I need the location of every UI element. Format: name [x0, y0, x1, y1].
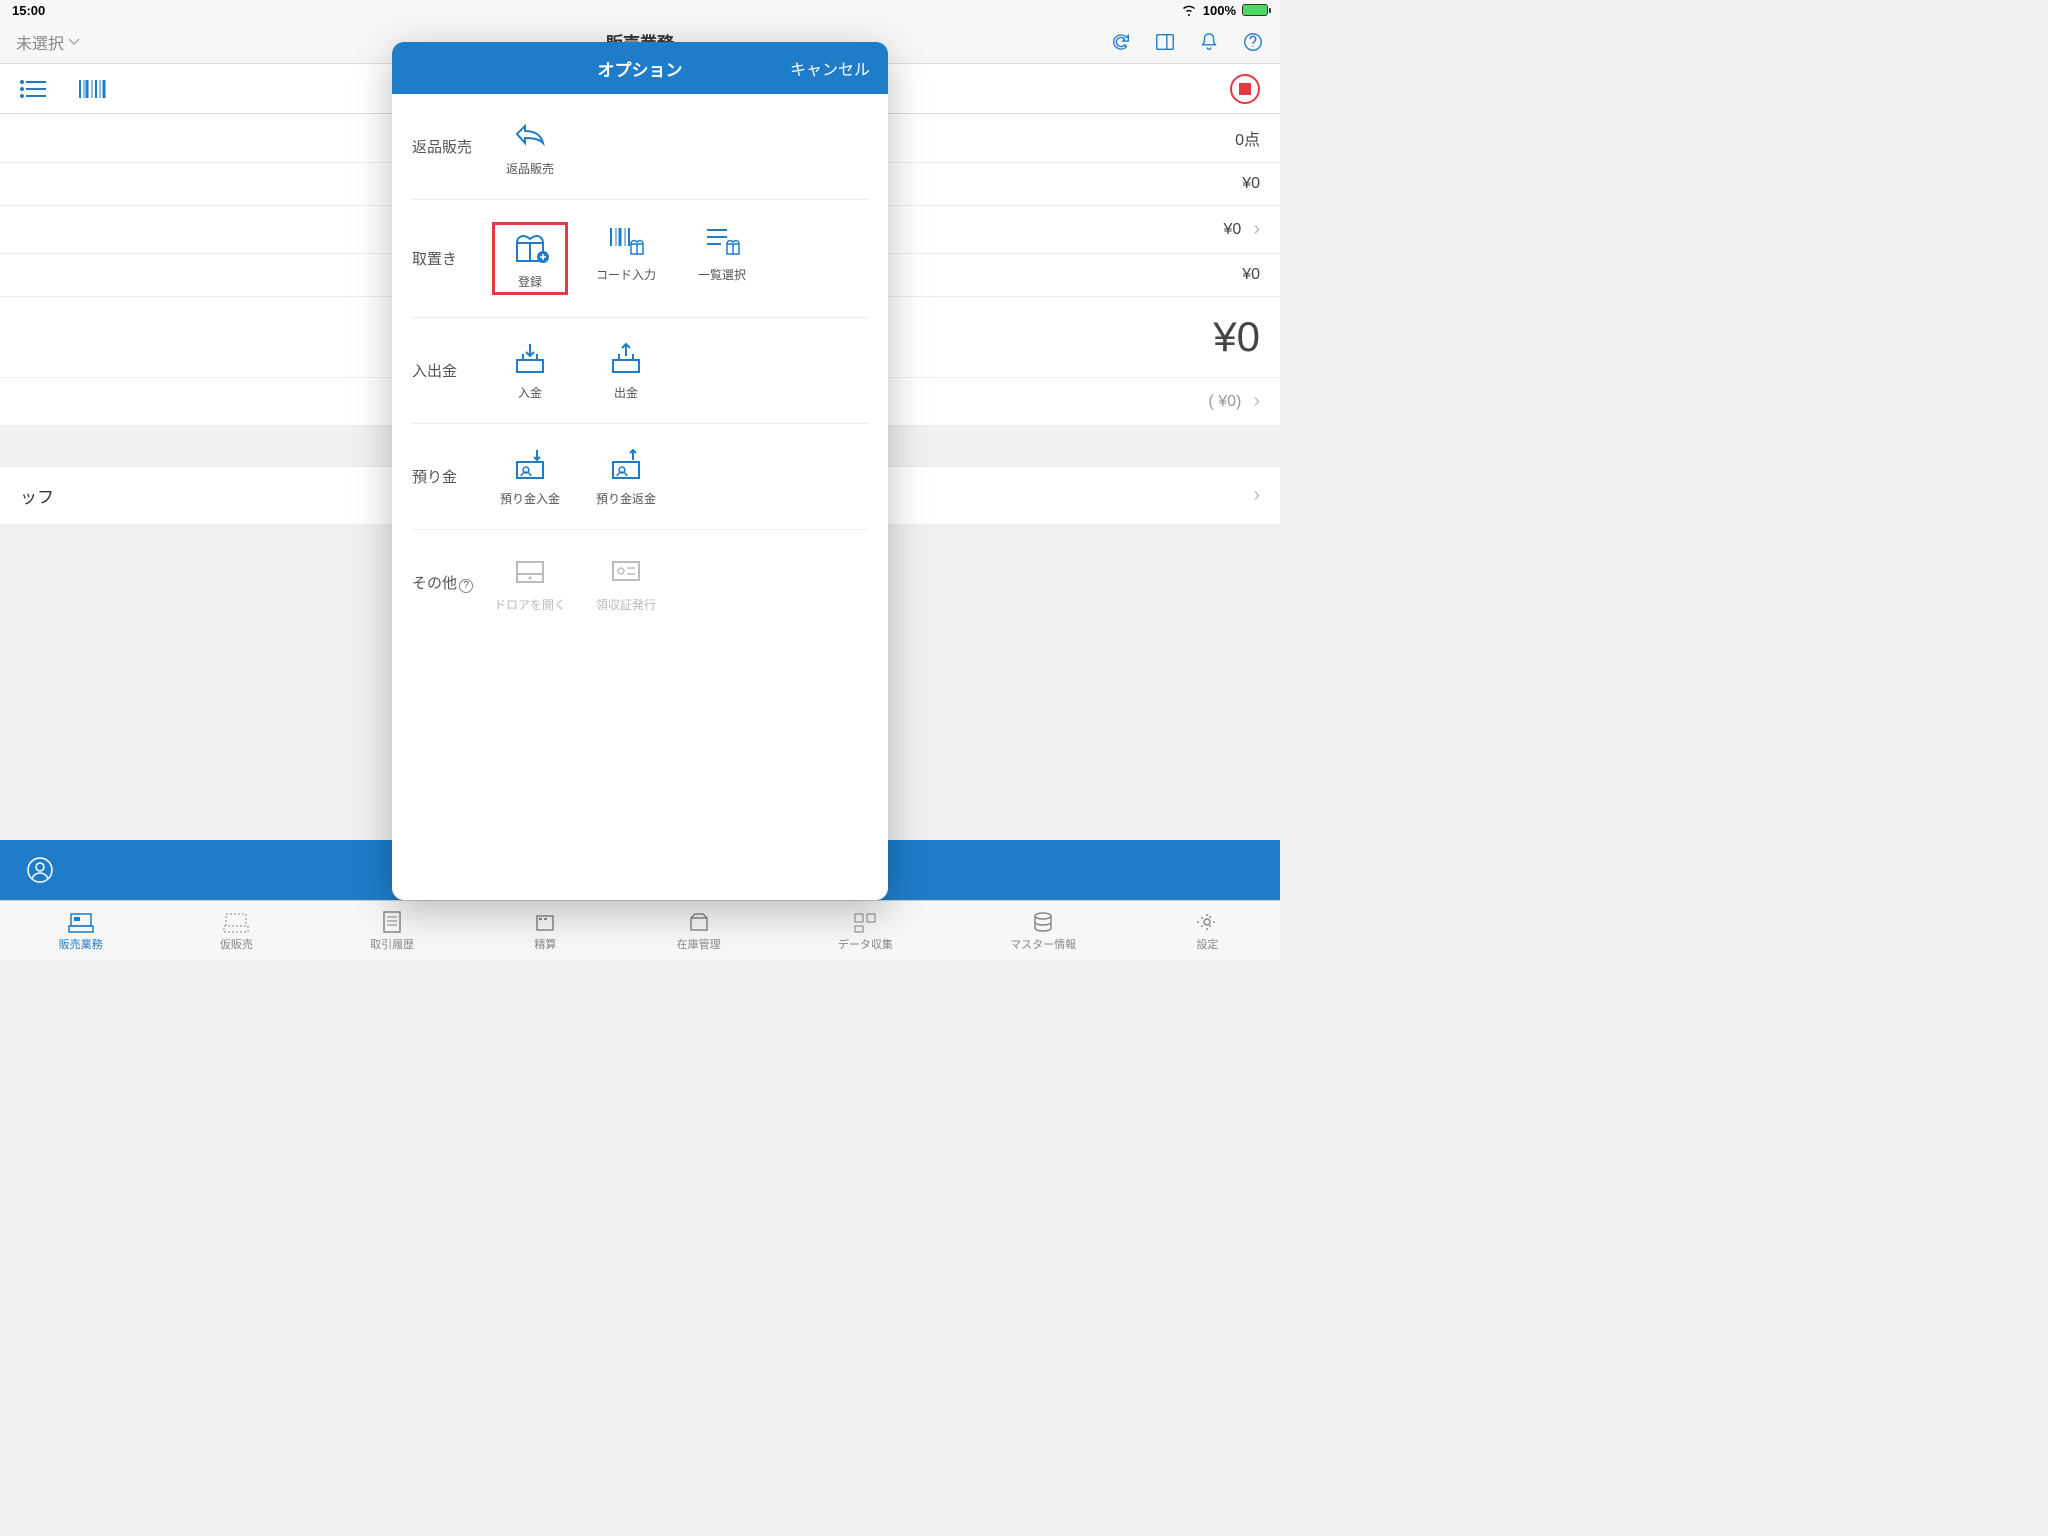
section-label: 入出金 [412, 360, 492, 381]
list-icon[interactable] [20, 78, 48, 100]
section-hold: 取置き 登録 コード入力 一覧選択 [412, 200, 868, 318]
section-other: その他? ドロアを開く 領収証発行 [412, 530, 868, 635]
register-icon [67, 910, 95, 934]
panel-icon[interactable] [1154, 31, 1176, 53]
tab-settings[interactable]: 設定 [1193, 910, 1221, 952]
option-label: 入金 [518, 384, 542, 401]
battery-icon [1242, 4, 1268, 16]
option-open-drawer: ドロアを開く [492, 552, 568, 613]
settlement-icon [531, 910, 559, 934]
option-receipt: 領収証発行 [588, 552, 664, 613]
list-gift-icon [701, 222, 743, 260]
tab-label: マスター情報 [1010, 936, 1076, 952]
nav-selector-label: 未選択 [16, 30, 64, 54]
status-bar: 15:00 100% [0, 0, 1280, 20]
option-label: 預り金入金 [500, 490, 560, 507]
option-register[interactable]: 登録 [492, 222, 568, 295]
option-label: 登録 [518, 273, 542, 290]
tab-label: データ収集 [838, 936, 893, 952]
option-return-sale[interactable]: 返品販売 [492, 116, 568, 177]
tab-label: 在庫管理 [677, 936, 721, 952]
wifi-icon [1181, 4, 1197, 16]
data-icon [851, 910, 879, 934]
database-icon [1029, 910, 1057, 934]
option-custody-in[interactable]: 預り金入金 [492, 446, 568, 507]
barcode-icon[interactable] [78, 78, 108, 100]
tab-data[interactable]: データ収集 [838, 910, 893, 952]
cash-out-icon [605, 340, 647, 378]
option-label: コード入力 [596, 266, 656, 283]
option-label: ドロアを開く [494, 596, 566, 613]
staff-label: ッフ [20, 483, 54, 508]
option-withdraw[interactable]: 出金 [588, 340, 664, 401]
return-arrow-icon [509, 116, 551, 154]
receipt-icon [605, 552, 647, 590]
option-label: 預り金返金 [596, 490, 656, 507]
section-label: 返品販売 [412, 136, 492, 157]
user-icon [27, 857, 53, 883]
section-label: その他? [412, 572, 492, 593]
nav-selector[interactable]: 未選択 [16, 30, 80, 54]
modal-header: オプション キャンセル [392, 42, 888, 94]
chevron-right-icon: › [1253, 484, 1260, 507]
tab-label: 仮販売 [220, 936, 253, 952]
battery-percent: 100% [1203, 3, 1236, 18]
section-cashflow: 入出金 入金 出金 [412, 318, 868, 424]
tab-provisional[interactable]: 仮販売 [220, 910, 253, 952]
custody-in-icon [509, 446, 551, 484]
chevron-right-icon: › [1253, 390, 1260, 413]
barcode-gift-icon [605, 222, 647, 260]
option-code-input[interactable]: コード入力 [588, 222, 664, 295]
refresh-icon[interactable] [1110, 31, 1132, 53]
record-button[interactable] [1230, 74, 1260, 104]
option-custody-return[interactable]: 預り金返金 [588, 446, 664, 507]
tab-label: 取引履歴 [370, 936, 414, 952]
status-time: 15:00 [12, 3, 45, 18]
tab-label: 精算 [534, 936, 556, 952]
option-deposit[interactable]: 入金 [492, 340, 568, 401]
option-label: 出金 [614, 384, 638, 401]
tab-master[interactable]: マスター情報 [1010, 910, 1076, 952]
tab-bar: 販売業務 仮販売 取引履歴 精算 在庫管理 データ収集 マスター情報 設定 [0, 900, 1280, 960]
help-icon[interactable] [1242, 31, 1264, 53]
gift-add-icon [509, 229, 551, 267]
history-icon [378, 910, 406, 934]
option-label: 一覧選択 [698, 266, 746, 283]
section-returns: 返品販売 返品販売 [412, 94, 868, 200]
chevron-right-icon: › [1253, 218, 1260, 241]
options-modal: オプション キャンセル 返品販売 返品販売 取置き 登録 コード [392, 42, 888, 900]
help-icon[interactable]: ? [459, 579, 473, 593]
inventory-icon [685, 910, 713, 934]
section-label: 預り金 [412, 466, 492, 487]
chevron-down-icon [68, 38, 80, 46]
bell-icon[interactable] [1198, 31, 1220, 53]
tab-label: 販売業務 [59, 936, 103, 952]
tab-history[interactable]: 取引履歴 [370, 910, 414, 952]
cash-in-icon [509, 340, 551, 378]
section-label: 取置き [412, 248, 492, 269]
user-button[interactable] [0, 857, 80, 883]
tab-settlement[interactable]: 精算 [531, 910, 559, 952]
modal-title: オプション [598, 56, 683, 81]
tab-label: 設定 [1196, 936, 1218, 952]
gear-icon [1193, 910, 1221, 934]
tab-sales[interactable]: 販売業務 [59, 910, 103, 952]
drawer-icon [509, 552, 551, 590]
section-custody: 預り金 預り金入金 預り金返金 [412, 424, 868, 530]
tab-inventory[interactable]: 在庫管理 [677, 910, 721, 952]
option-list-select[interactable]: 一覧選択 [684, 222, 760, 295]
option-label: 返品販売 [506, 160, 554, 177]
provisional-icon [222, 910, 250, 934]
cancel-button[interactable]: キャンセル [790, 56, 870, 80]
option-label: 領収証発行 [596, 596, 656, 613]
custody-out-icon [605, 446, 647, 484]
